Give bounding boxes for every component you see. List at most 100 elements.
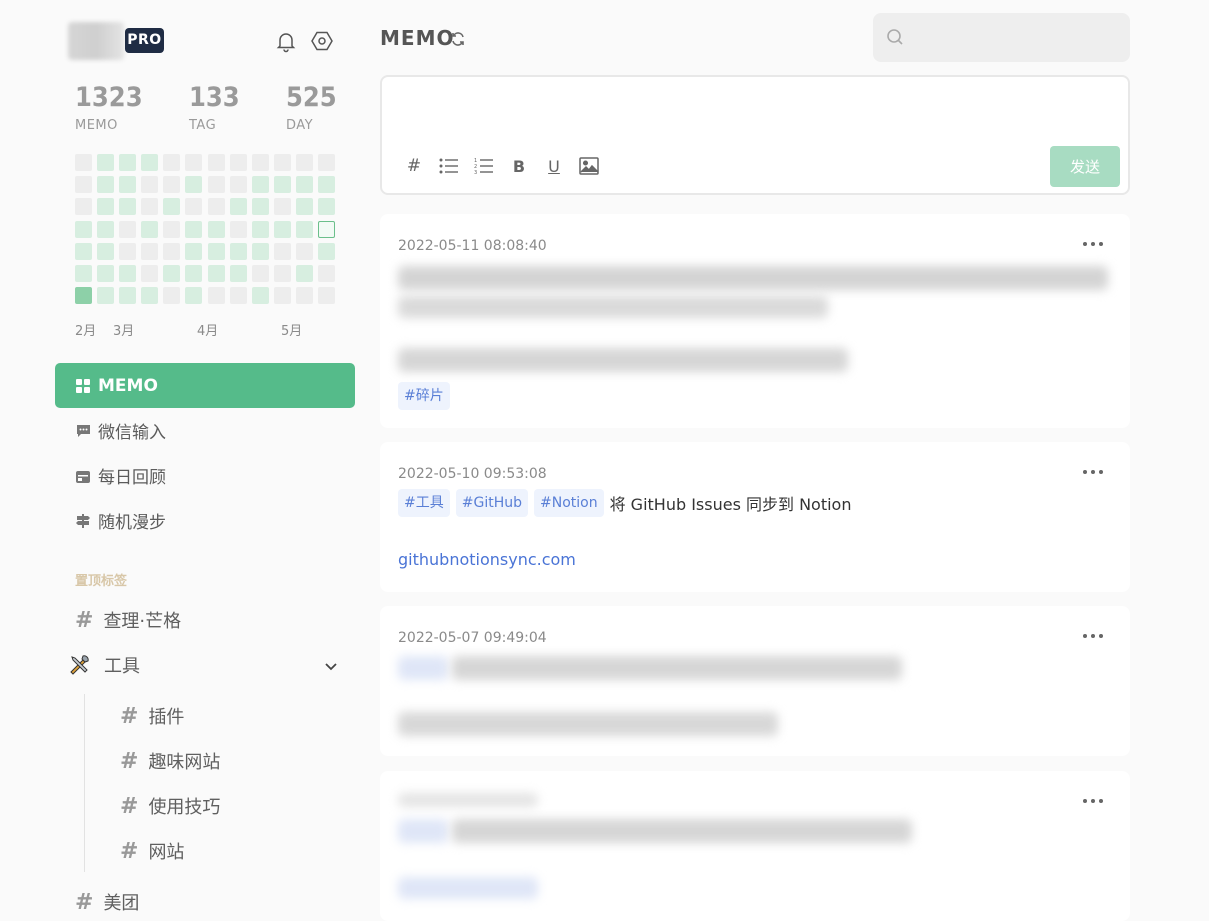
heatmap-cell[interactable]: [97, 287, 115, 305]
heatmap-cell[interactable]: [229, 242, 247, 260]
heatmap-cell[interactable]: [141, 154, 159, 171]
nav-item-memo[interactable]: MEMO: [55, 363, 355, 408]
heatmap-cell[interactable]: [273, 287, 291, 305]
heatmap-cell[interactable]: [119, 154, 137, 171]
heatmap-cell[interactable]: [295, 176, 313, 194]
heatmap-cell[interactable]: [207, 154, 225, 171]
heatmap-cell[interactable]: [295, 264, 313, 282]
memo-tag[interactable]: #Notion: [533, 489, 604, 517]
more-icon[interactable]: [1080, 464, 1106, 480]
heatmap-cell[interactable]: [163, 287, 181, 305]
image-icon[interactable]: [577, 154, 601, 178]
heatmap-cell[interactable]: [141, 242, 159, 260]
heatmap-cell[interactable]: [97, 198, 115, 216]
heatmap-cell[interactable]: [97, 264, 115, 282]
hashtag-icon[interactable]: #: [402, 154, 426, 178]
heatmap-cell[interactable]: [207, 198, 225, 216]
heatmap-cell[interactable]: [251, 220, 269, 238]
numbered-list-icon[interactable]: 123: [472, 154, 496, 178]
heatmap-cell[interactable]: [119, 287, 137, 305]
heatmap-cell[interactable]: [273, 154, 291, 171]
nav-item-wechat[interactable]: 微信输入: [55, 408, 355, 453]
heatmap-cell[interactable]: [251, 264, 269, 282]
heatmap-cell[interactable]: [119, 242, 137, 260]
settings-icon[interactable]: [310, 29, 334, 53]
heatmap-cell[interactable]: [75, 198, 92, 216]
bell-icon[interactable]: [274, 29, 298, 53]
heatmap-cell[interactable]: [207, 242, 225, 260]
heatmap-cell[interactable]: [318, 242, 336, 260]
heatmap-cell[interactable]: [119, 220, 137, 238]
nav-item-daily-review[interactable]: 每日回顾: [55, 453, 355, 498]
heatmap-cell[interactable]: [141, 287, 159, 305]
heatmap-cell[interactable]: [318, 176, 336, 194]
heatmap-cell[interactable]: [295, 287, 313, 305]
search-input[interactable]: [873, 13, 1130, 62]
bold-icon[interactable]: B: [507, 154, 531, 178]
heatmap-cell[interactable]: [251, 154, 269, 171]
more-icon[interactable]: [1080, 793, 1106, 809]
underline-icon[interactable]: U: [542, 154, 566, 178]
heatmap-cell[interactable]: [207, 264, 225, 282]
memo-tag[interactable]: #碎片: [398, 382, 450, 410]
heatmap-cell[interactable]: [185, 287, 203, 305]
pinned-tag-tips[interactable]: # 使用技巧: [120, 788, 220, 824]
heatmap-cell[interactable]: [229, 176, 247, 194]
heatmap-cell[interactable]: [97, 242, 115, 260]
heatmap-cell[interactable]: [141, 176, 159, 194]
refresh-icon[interactable]: [450, 31, 466, 47]
heatmap-cell[interactable]: [273, 242, 291, 260]
heatmap-cell[interactable]: [163, 220, 181, 238]
heatmap-cell[interactable]: [119, 264, 137, 282]
heatmap-cell[interactable]: [295, 242, 313, 260]
memo-input[interactable]: [396, 87, 1116, 147]
heatmap-cell[interactable]: [207, 220, 225, 238]
heatmap-cell[interactable]: [251, 242, 269, 260]
heatmap-cell[interactable]: [163, 242, 181, 260]
heatmap-cell[interactable]: [163, 198, 181, 216]
heatmap-cell[interactable]: [318, 264, 336, 282]
heatmap-cell[interactable]: [119, 176, 137, 194]
bullet-list-icon[interactable]: [437, 154, 461, 178]
heatmap-cell[interactable]: [229, 287, 247, 305]
more-icon[interactable]: [1080, 628, 1106, 644]
heatmap-cell[interactable]: [318, 198, 336, 216]
heatmap-cell[interactable]: [251, 287, 269, 305]
heatmap-cell[interactable]: [295, 198, 313, 216]
pinned-tag-meituan[interactable]: # 美团: [75, 884, 139, 920]
heatmap-cell[interactable]: [273, 220, 291, 238]
nav-item-random-walk[interactable]: 随机漫步: [55, 498, 355, 543]
heatmap-cell[interactable]: [295, 220, 313, 238]
heatmap-cell[interactable]: [229, 264, 247, 282]
heatmap-cell[interactable]: [97, 154, 115, 171]
heatmap-cell[interactable]: [75, 242, 92, 260]
heatmap-cell[interactable]: [75, 154, 92, 171]
heatmap-cell[interactable]: [163, 264, 181, 282]
heatmap-cell[interactable]: [251, 198, 269, 216]
heatmap-cell[interactable]: [318, 154, 336, 171]
memo-tag[interactable]: #GitHub: [455, 489, 528, 517]
heatmap-cell[interactable]: [185, 220, 203, 238]
heatmap-cell[interactable]: [273, 198, 291, 216]
heatmap-cell[interactable]: [141, 220, 159, 238]
heatmap-cell[interactable]: [229, 154, 247, 171]
heatmap-cell[interactable]: [318, 220, 336, 238]
heatmap-cell[interactable]: [273, 264, 291, 282]
heatmap-cell[interactable]: [185, 176, 203, 194]
heatmap-cell[interactable]: [141, 264, 159, 282]
pinned-tag-charlie-munger[interactable]: # 查理·芒格: [75, 602, 181, 638]
heatmap-cell[interactable]: [97, 176, 115, 194]
more-icon[interactable]: [1080, 236, 1106, 252]
heatmap-cell[interactable]: [163, 176, 181, 194]
memo-tag[interactable]: #工具: [398, 489, 450, 517]
heatmap-cell[interactable]: [185, 242, 203, 260]
heatmap-cell[interactable]: [295, 154, 313, 171]
heatmap-cell[interactable]: [207, 287, 225, 305]
heatmap-cell[interactable]: [229, 220, 247, 238]
pinned-tag-websites[interactable]: # 网站: [120, 833, 184, 869]
heatmap-cell[interactable]: [75, 287, 92, 305]
send-button[interactable]: 发送: [1050, 146, 1120, 187]
chevron-down-icon[interactable]: [320, 656, 342, 678]
avatar[interactable]: [68, 22, 124, 60]
heatmap-cell[interactable]: [75, 220, 92, 238]
